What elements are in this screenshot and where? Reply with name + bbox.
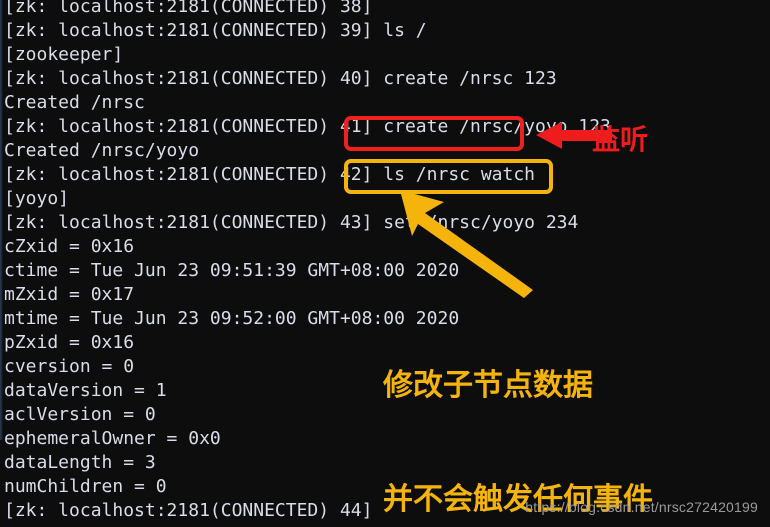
terminal-line: [zk: localhost:2181(CONNECTED) 40] creat… <box>4 68 557 89</box>
csdn-watermark: https://blog.csdn.net/nrsc272420199 <box>525 499 758 515</box>
yellow-arrow-icon <box>400 190 533 298</box>
terminal-line: ctime = Tue Jun 23 09:51:39 GMT+08:00 20… <box>4 260 460 281</box>
terminal-screenshot: [zk: localhost:2181(CONNECTED) 38] [zk: … <box>0 0 770 527</box>
terminal-line: Created /nrsc <box>4 92 145 113</box>
set-annotation-caption-line1: 修改子节点数据 <box>383 368 593 403</box>
terminal-line: [zk: localhost:2181(CONNECTED) 38] <box>4 0 373 17</box>
watch-command-highlight-box <box>344 116 524 151</box>
watch-annotation-caption: 监听 <box>592 123 649 156</box>
scrollbar-edge <box>0 0 3 440</box>
terminal-line: [zk: localhost:2181(CONNECTED) 39] ls / <box>4 20 427 41</box>
terminal-line: [zk: localhost:2181(CONNECTED) 43] set /… <box>4 212 579 233</box>
terminal-line: cZxid = 0x16 <box>4 236 135 257</box>
set-annotation-caption: 修改子节点数据 并不会触发任何事件 <box>383 291 653 527</box>
terminal-line: [zookeeper] <box>4 44 124 65</box>
